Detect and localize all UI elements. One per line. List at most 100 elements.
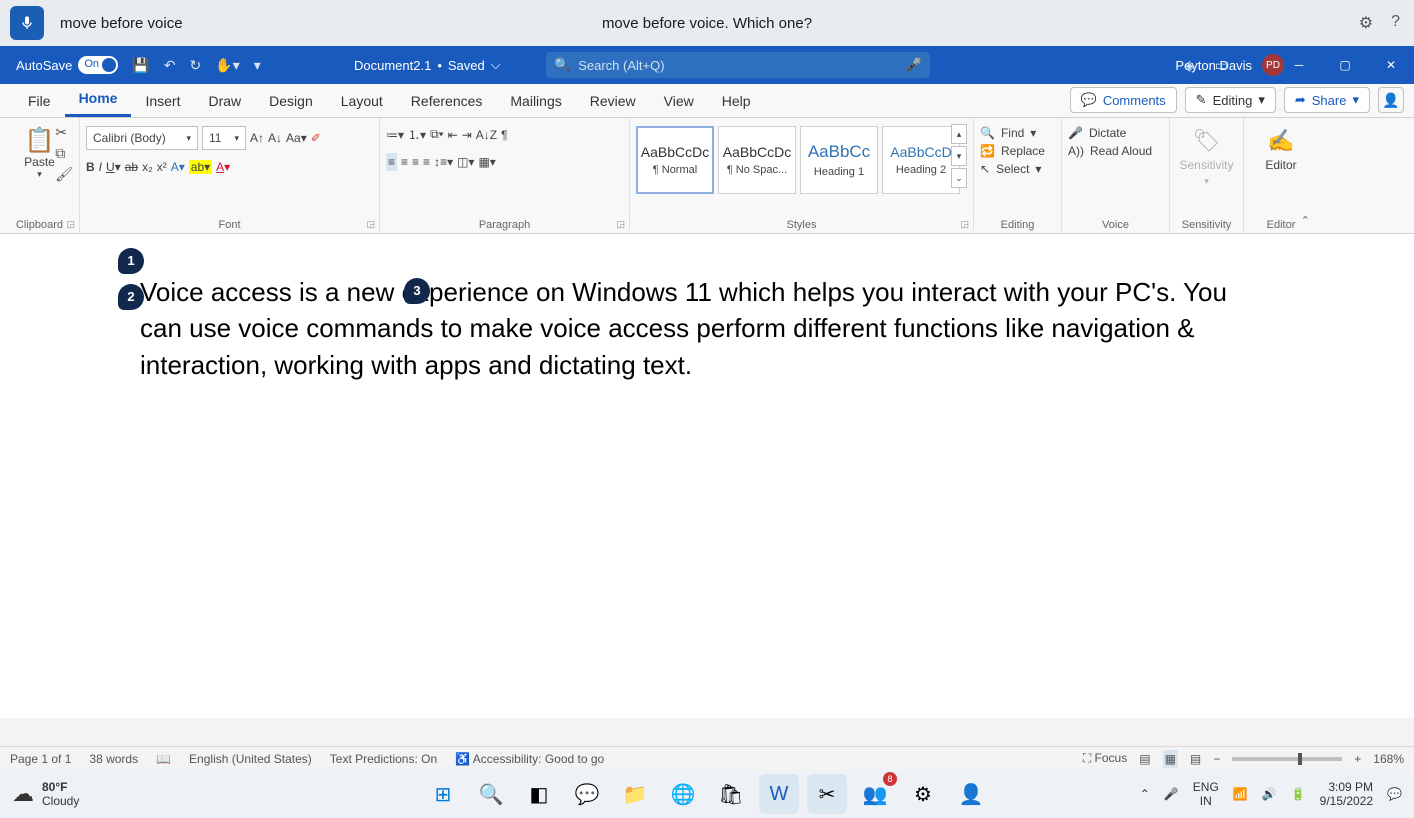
voice-mic-button[interactable] <box>10 6 44 40</box>
weather-widget[interactable]: ☁ 80°F Cloudy <box>12 780 79 808</box>
increase-indent-icon[interactable]: ⇥ <box>462 128 472 142</box>
clear-format-icon[interactable]: ✐ <box>311 131 321 145</box>
styles-scroll-up-icon[interactable]: ▴ <box>951 124 967 144</box>
text-effects-icon[interactable]: A▾ <box>171 160 185 174</box>
chat-icon[interactable]: 💬 <box>567 774 607 814</box>
tab-help[interactable]: Help <box>708 85 765 117</box>
shading-icon[interactable]: ◫▾ <box>457 155 474 169</box>
voice-settings-icon[interactable]: ⚙ <box>1359 13 1373 33</box>
tab-view[interactable]: View <box>650 85 708 117</box>
share-button[interactable]: ➦ Share ▾ <box>1284 87 1370 113</box>
font-family-combo[interactable]: Calibri (Body)▾ <box>86 126 198 150</box>
font-launcher-icon[interactable]: ◲ <box>366 219 375 230</box>
editor-button[interactable]: ✍ Editor <box>1250 128 1312 172</box>
styles-expand-icon[interactable]: ⌄ <box>951 168 967 188</box>
autosave-toggle[interactable]: AutoSave On <box>0 56 118 74</box>
tab-draw[interactable]: Draw <box>194 85 255 117</box>
battery-icon[interactable]: 🔋 <box>1291 787 1306 801</box>
change-case-icon[interactable]: Aa▾ <box>286 131 307 145</box>
voice-help-icon[interactable]: ? <box>1391 13 1400 33</box>
tray-overflow-icon[interactable]: ⌃ <box>1140 787 1150 801</box>
decrease-indent-icon[interactable]: ⇤ <box>448 128 458 142</box>
minimize-button[interactable]: ─ <box>1276 46 1322 84</box>
undo-icon[interactable]: ↶ <box>164 57 176 74</box>
style-normal[interactable]: AaBbCcDc¶ Normal <box>636 126 714 194</box>
spellcheck-icon[interactable]: 📖 <box>156 752 171 766</box>
voice-access-taskbar-icon[interactable]: 👤 <box>951 774 991 814</box>
tab-review[interactable]: Review <box>576 85 650 117</box>
superscript-button[interactable]: x² <box>157 160 167 174</box>
notifications-icon[interactable]: 💬 <box>1387 787 1402 801</box>
close-button[interactable]: ✕ <box>1368 46 1414 84</box>
search-box[interactable]: 🔍 Search (Alt+Q) 🎤 <box>546 52 930 78</box>
focus-button[interactable]: ⛶ Focus <box>1083 751 1127 766</box>
show-marks-icon[interactable]: ¶ <box>501 128 507 142</box>
qat-more-icon[interactable]: ▾ <box>254 57 261 74</box>
tab-insert[interactable]: Insert <box>131 85 194 117</box>
highlight-icon[interactable]: ab▾ <box>189 160 212 174</box>
text-predictions[interactable]: Text Predictions: On <box>330 752 437 766</box>
styles-launcher-icon[interactable]: ◲ <box>960 219 969 230</box>
store-icon[interactable]: 🛍 <box>711 774 751 814</box>
bold-button[interactable]: B <box>86 160 95 174</box>
clipboard-launcher-icon[interactable]: ◲ <box>66 219 75 230</box>
zoom-slider[interactable] <box>1232 757 1342 761</box>
touch-icon[interactable]: ✋▾ <box>215 57 239 74</box>
multilevel-icon[interactable]: ⧉▾ <box>430 127 444 142</box>
tab-mailings[interactable]: Mailings <box>496 85 575 117</box>
disambiguation-badge-3[interactable]: 3 <box>404 278 430 304</box>
font-size-combo[interactable]: 11▾ <box>202 126 246 150</box>
clock[interactable]: 3:09 PM9/15/2022 <box>1320 780 1373 808</box>
taskbar-search-icon[interactable]: 🔍 <box>471 774 511 814</box>
format-painter-icon[interactable]: 🖌 <box>55 166 73 183</box>
font-color-icon[interactable]: A▾ <box>216 160 230 174</box>
line-spacing-icon[interactable]: ↕≡▾ <box>434 155 453 169</box>
page-indicator[interactable]: Page 1 of 1 <box>10 752 71 766</box>
tab-home[interactable]: Home <box>65 82 132 117</box>
start-button[interactable]: ⊞ <box>423 774 463 814</box>
snip-icon[interactable]: ✂ <box>807 774 847 814</box>
disambiguation-badge-2[interactable]: 2 <box>118 284 144 310</box>
document-paragraph[interactable]: Voice access is a new experience on Wind… <box>140 274 1274 383</box>
tab-design[interactable]: Design <box>255 85 327 117</box>
tray-mic-icon[interactable]: 🎤 <box>1164 787 1179 801</box>
cut-icon[interactable]: ✂ <box>55 124 73 141</box>
style-nospacing[interactable]: AaBbCcDc¶ No Spac... <box>718 126 796 194</box>
language-switcher[interactable]: ENGIN <box>1193 780 1219 808</box>
accessibility-status[interactable]: ♿ Accessibility: Good to go <box>455 752 604 766</box>
window-layout-icon[interactable]: ▭ <box>1215 57 1228 74</box>
premium-icon[interactable]: ◈ <box>1184 57 1195 74</box>
maximize-button[interactable]: ▢ <box>1322 46 1368 84</box>
sort-icon[interactable]: A↓Z <box>476 128 497 142</box>
tab-references[interactable]: References <box>397 85 497 117</box>
style-heading2[interactable]: AaBbCcDHeading 2 <box>882 126 960 194</box>
word-icon[interactable]: W <box>759 774 799 814</box>
language-indicator[interactable]: English (United States) <box>189 752 312 766</box>
wifi-icon[interactable]: 📶 <box>1233 787 1248 801</box>
autosave-switch[interactable]: On <box>78 56 118 74</box>
style-heading1[interactable]: AaBbCcHeading 1 <box>800 126 878 194</box>
teams-icon[interactable]: 👥 <box>855 774 895 814</box>
borders-icon[interactable]: ▦▾ <box>478 155 495 169</box>
file-explorer-icon[interactable]: 📁 <box>615 774 655 814</box>
web-layout-icon[interactable]: ▤ <box>1190 752 1201 766</box>
strike-button[interactable]: ab <box>125 160 138 174</box>
replace-button[interactable]: 🔁 Replace <box>980 144 1055 158</box>
document-canvas[interactable]: 1 2 3 Voice access is a new experience o… <box>0 234 1414 718</box>
redo-icon[interactable]: ↻ <box>190 57 202 74</box>
italic-button[interactable]: I <box>99 160 102 174</box>
account-icon[interactable]: 👤 <box>1378 87 1404 113</box>
word-count[interactable]: 38 words <box>89 752 138 766</box>
select-button[interactable]: ↖ Select ▾ <box>980 162 1055 176</box>
tab-file[interactable]: File <box>14 85 65 117</box>
grow-font-icon[interactable]: A↑ <box>250 131 264 145</box>
align-right-icon[interactable]: ≡ <box>412 155 419 169</box>
disambiguation-badge-1[interactable]: 1 <box>118 248 144 274</box>
styles-scroll-down-icon[interactable]: ▾ <box>951 146 967 166</box>
search-mic-icon[interactable]: 🎤 <box>906 57 922 73</box>
edge-icon[interactable]: 🌐 <box>663 774 703 814</box>
zoom-level[interactable]: 168% <box>1373 752 1404 766</box>
read-mode-icon[interactable]: ▤ <box>1139 752 1150 766</box>
zoom-out-icon[interactable]: − <box>1213 752 1220 766</box>
paragraph-launcher-icon[interactable]: ◲ <box>616 219 625 230</box>
